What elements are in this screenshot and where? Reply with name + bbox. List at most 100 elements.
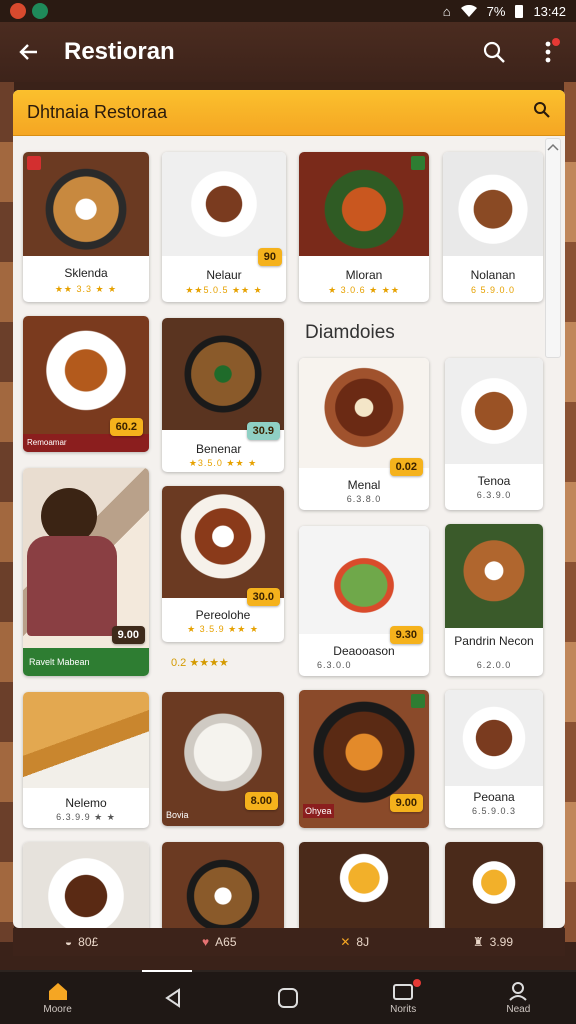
food-card[interactable] [23,842,149,928]
food-card[interactable]: Sklenda ★★ 3.3 ★ ★ [23,152,149,302]
person-figure [27,536,117,636]
food-card[interactable]: 0.02 Menal 6.3.8.0 [299,358,429,510]
strip-item[interactable]: ✕ 8J [340,935,369,949]
food-card[interactable]: 90 Nelaur ★★5.0.5 ★★ ★ [162,152,286,302]
food-card[interactable]: Remoamar 60.2 [23,316,149,452]
price-tag: 0.02 [389,458,423,476]
strip-item[interactable]: ◒ 80£ [65,935,98,949]
food-rating: ★3.5.0 ★★ ★ [188,458,258,468]
food-card[interactable]: Bovia 8.00 [162,692,284,826]
profile-icon [509,982,528,1001]
panel-header: Dhtnaia Restoraa [13,90,565,136]
food-image [23,152,149,256]
loose-rating: 0.2 ★★★★ [171,657,229,669]
food-rating: ★ 3.5.9 ★★ ★ [187,624,259,634]
search-icon[interactable] [533,101,551,124]
food-image [162,486,284,598]
bag-icon: ♜ [472,935,484,949]
nav-back[interactable] [143,987,203,1009]
price-tag: 9.00 [389,794,423,812]
strip-label: 80£ [78,935,99,949]
food-card[interactable]: 9.30 Deaooason 6.3.0.0 [299,526,429,676]
nav-label: Moore [43,1004,72,1015]
heart-icon: ♥ [202,935,210,949]
price-tag: 60.2 [109,418,143,436]
food-image [445,690,543,786]
food-rating: 6 5.9.0.0 [470,285,516,295]
food-image [299,358,429,468]
search-icon[interactable] [480,38,508,66]
badge-icon [411,694,425,708]
battery-icon [515,4,524,18]
food-card[interactable]: Tenoa 6.3.9.0 [445,358,543,510]
food-image [162,152,286,256]
background-decor-right [564,82,576,942]
food-rating: 6.2.0.0 [476,660,512,670]
notification-dot [413,979,422,987]
food-card[interactable] [162,842,284,928]
panel-title: Dhtnaia Restoraa [27,102,168,122]
food-card[interactable] [445,842,543,928]
food-name: Tenoa [477,474,511,488]
food-card[interactable]: Ohyea 9.00 [299,690,429,828]
food-card[interactable]: Pandrin Necon 6.2.0.0 [445,524,543,676]
food-rating: 6.3.0.0 [317,660,352,670]
food-card[interactable]: Mloran ★ 3.0.6 ★ ★★ [299,152,429,302]
arrow-back-icon[interactable] [14,38,42,66]
food-image [445,842,543,928]
strip-item[interactable]: ♥ A65 [202,935,236,949]
food-card[interactable]: Peoana 6.5.9.0.3 [445,690,543,828]
price-tag: 9.30 [389,626,423,644]
back-triangle-icon [164,988,180,1008]
food-name: Remoamar [23,434,149,452]
food-image [299,152,429,256]
strip-label: 3.99 [489,935,514,949]
badge-icon [411,156,425,170]
cart-icon [393,984,414,1000]
nav-label: Nead [506,1004,531,1015]
food-name: Pereolohe [195,608,251,622]
food-image [23,842,149,928]
vibrate-icon: ⌂ [442,3,451,19]
restaurant-panel: Dhtnaia Restoraa Sklenda ★★ 3.3 ★ ★ 90 N… [13,90,565,928]
strip-label: A65 [215,935,237,949]
food-name: Sklenda [64,266,108,280]
price-tag: 30.0 [246,588,280,606]
home-square-icon [277,988,298,1008]
price-tag: 90 [257,248,282,266]
food-image [445,358,543,464]
food-name: Nelemo [65,796,107,810]
strip-item[interactable]: ♜ 3.99 [473,935,513,949]
nav-home[interactable]: Moore [28,981,88,1015]
food-image [445,524,543,628]
bowl-icon: ◒ [64,935,73,949]
nav-home-square[interactable] [258,987,318,1009]
chat-icon [32,3,48,19]
status-bar: ⌂ 7% 13:42 [0,0,576,22]
notification-dot [552,38,560,46]
food-card[interactable] [299,842,429,928]
food-rating: ★★5.0.5 ★★ ★ [185,285,263,295]
page-title: Restioran [64,38,175,65]
food-name: Menal [347,478,381,492]
strip-label: 8J [356,935,370,949]
badge-icon [27,156,41,170]
home-icon [48,983,67,1000]
nav-profile[interactable]: Nead [488,981,548,1015]
food-card[interactable]: Nelemo 6.3.9.9 ★ ★ [23,692,149,828]
food-card[interactable]: 30.9 Benenar ★3.5.0 ★★ ★ [162,318,284,472]
more-vert-icon[interactable] [534,38,562,66]
nav-orders[interactable]: Norits [373,979,433,1015]
restaurant-photo-card[interactable]: 9.00 Ravelt Mabean [23,468,149,676]
food-name: Nelaur [206,268,242,282]
scrollbar[interactable] [545,138,561,358]
food-image [162,842,284,928]
section-title: Diamdoies [305,322,395,343]
food-rating: 6.5.9.0.3 [471,806,517,816]
bottom-info-strip: ◒ 80£ ♥ A65 ✕ 8J ♜ 3.99 [13,928,565,956]
clock-text: 13:42 [533,3,566,19]
food-card[interactable]: Nolanan 6 5.9.0.0 [443,152,543,302]
food-card[interactable]: 30.0 Pereolohe ★ 3.5.9 ★★ ★ [162,486,284,642]
food-image [162,318,284,430]
wifi-icon [460,5,477,17]
